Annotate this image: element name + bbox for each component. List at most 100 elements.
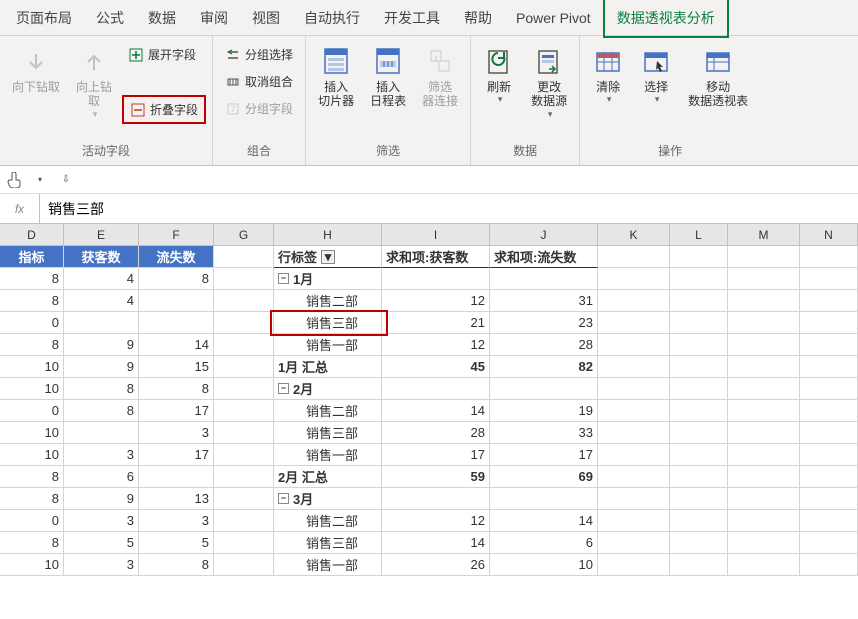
- cell[interactable]: [598, 312, 670, 334]
- cell[interactable]: [214, 334, 274, 356]
- fx-icon[interactable]: fx: [0, 194, 40, 223]
- expand-field-button[interactable]: 展开字段: [122, 42, 206, 67]
- data-cell[interactable]: [139, 466, 214, 488]
- pivot-value[interactable]: 33: [490, 422, 598, 444]
- insert-slicer-button[interactable]: 插入 切片器: [312, 42, 360, 113]
- cell[interactable]: [670, 466, 728, 488]
- pivot-dept[interactable]: 销售二部: [274, 400, 382, 422]
- pivot-value[interactable]: 19: [490, 400, 598, 422]
- data-cell[interactable]: 8: [64, 378, 139, 400]
- data-cell[interactable]: 8: [0, 268, 64, 290]
- data-cell[interactable]: 4: [64, 290, 139, 312]
- cell[interactable]: [490, 488, 598, 510]
- data-cell[interactable]: 10: [0, 444, 64, 466]
- cell[interactable]: [598, 488, 670, 510]
- cell[interactable]: [728, 334, 800, 356]
- data-cell[interactable]: 3: [139, 510, 214, 532]
- pivot-value[interactable]: 28: [382, 422, 490, 444]
- col-header-G[interactable]: G: [214, 224, 274, 246]
- cell[interactable]: [214, 466, 274, 488]
- data-cell[interactable]: 8: [0, 466, 64, 488]
- cell[interactable]: [800, 422, 858, 444]
- data-cell[interactable]: 8: [0, 334, 64, 356]
- cell[interactable]: [490, 378, 598, 400]
- cell[interactable]: [598, 334, 670, 356]
- cell[interactable]: [670, 422, 728, 444]
- pivot-value[interactable]: 12: [382, 334, 490, 356]
- pivot-value[interactable]: 10: [490, 554, 598, 576]
- data-cell[interactable]: 17: [139, 400, 214, 422]
- cell[interactable]: [800, 268, 858, 290]
- ribbon-tab-7[interactable]: 帮助: [452, 0, 504, 36]
- chevron-down-icon[interactable]: ▾: [32, 172, 48, 188]
- cell[interactable]: [670, 312, 728, 334]
- ribbon-tab-6[interactable]: 开发工具: [372, 0, 452, 36]
- cell[interactable]: [214, 510, 274, 532]
- data-cell[interactable]: 8: [139, 268, 214, 290]
- data-cell[interactable]: 3: [64, 510, 139, 532]
- cell[interactable]: [214, 554, 274, 576]
- ribbon-tab-3[interactable]: 审阅: [188, 0, 240, 36]
- data-cell[interactable]: 8: [139, 554, 214, 576]
- data-cell[interactable]: 15: [139, 356, 214, 378]
- cell[interactable]: [598, 466, 670, 488]
- ribbon-tab-9[interactable]: 数据透视表分析: [603, 0, 729, 38]
- cell[interactable]: [670, 400, 728, 422]
- pivot-sum-loss-header[interactable]: 求和项:流失数: [490, 246, 598, 268]
- pivot-month[interactable]: −2月: [274, 378, 382, 400]
- header-customers[interactable]: 获客数: [64, 246, 139, 268]
- cell[interactable]: [670, 246, 728, 268]
- col-header-N[interactable]: N: [800, 224, 858, 246]
- cell[interactable]: [598, 268, 670, 290]
- data-cell[interactable]: 0: [0, 400, 64, 422]
- data-cell[interactable]: [139, 312, 214, 334]
- cell[interactable]: [728, 554, 800, 576]
- pivot-value[interactable]: 12: [382, 290, 490, 312]
- data-cell[interactable]: 9: [64, 356, 139, 378]
- cell[interactable]: [728, 246, 800, 268]
- data-cell[interactable]: 5: [64, 532, 139, 554]
- cell[interactable]: [214, 246, 274, 268]
- cell[interactable]: [800, 510, 858, 532]
- data-cell[interactable]: 14: [139, 334, 214, 356]
- cell[interactable]: [598, 510, 670, 532]
- data-cell[interactable]: 4: [64, 268, 139, 290]
- cell[interactable]: [728, 488, 800, 510]
- data-cell[interactable]: 5: [139, 532, 214, 554]
- ribbon-tab-8[interactable]: Power Pivot: [504, 2, 603, 34]
- data-cell[interactable]: 9: [64, 334, 139, 356]
- cell[interactable]: [670, 378, 728, 400]
- cell[interactable]: [214, 400, 274, 422]
- col-header-D[interactable]: D: [0, 224, 64, 246]
- cell[interactable]: [728, 532, 800, 554]
- worksheet[interactable]: DEFGHIJKLMN 指标获客数流失数行标签▾求和项:获客数求和项:流失数84…: [0, 224, 858, 576]
- header-indicator[interactable]: 指标: [0, 246, 64, 268]
- cell[interactable]: [214, 268, 274, 290]
- data-cell[interactable]: 8: [0, 532, 64, 554]
- ribbon-tab-1[interactable]: 公式: [84, 0, 136, 36]
- data-cell[interactable]: 8: [0, 290, 64, 312]
- ribbon-tab-0[interactable]: 页面布局: [4, 0, 84, 36]
- cell[interactable]: [728, 268, 800, 290]
- pivot-dept[interactable]: 销售一部: [274, 334, 382, 356]
- col-header-F[interactable]: F: [139, 224, 214, 246]
- pivot-value[interactable]: 17: [490, 444, 598, 466]
- clear-button[interactable]: 清除 ▾: [586, 42, 630, 109]
- cell[interactable]: [214, 422, 274, 444]
- cell[interactable]: [598, 444, 670, 466]
- cell[interactable]: [728, 510, 800, 532]
- pivot-value[interactable]: 23: [490, 312, 598, 334]
- pivot-value[interactable]: 26: [382, 554, 490, 576]
- cell[interactable]: [214, 356, 274, 378]
- data-cell[interactable]: [64, 312, 139, 334]
- cell[interactable]: [800, 444, 858, 466]
- cell[interactable]: [800, 334, 858, 356]
- cell[interactable]: [214, 378, 274, 400]
- pivot-dept[interactable]: 销售三部: [274, 422, 382, 444]
- cell[interactable]: [382, 378, 490, 400]
- pivot-subtotal-value[interactable]: 45: [382, 356, 490, 378]
- data-cell[interactable]: [64, 422, 139, 444]
- cell[interactable]: [800, 400, 858, 422]
- data-cell[interactable]: 10: [0, 356, 64, 378]
- cell[interactable]: [214, 488, 274, 510]
